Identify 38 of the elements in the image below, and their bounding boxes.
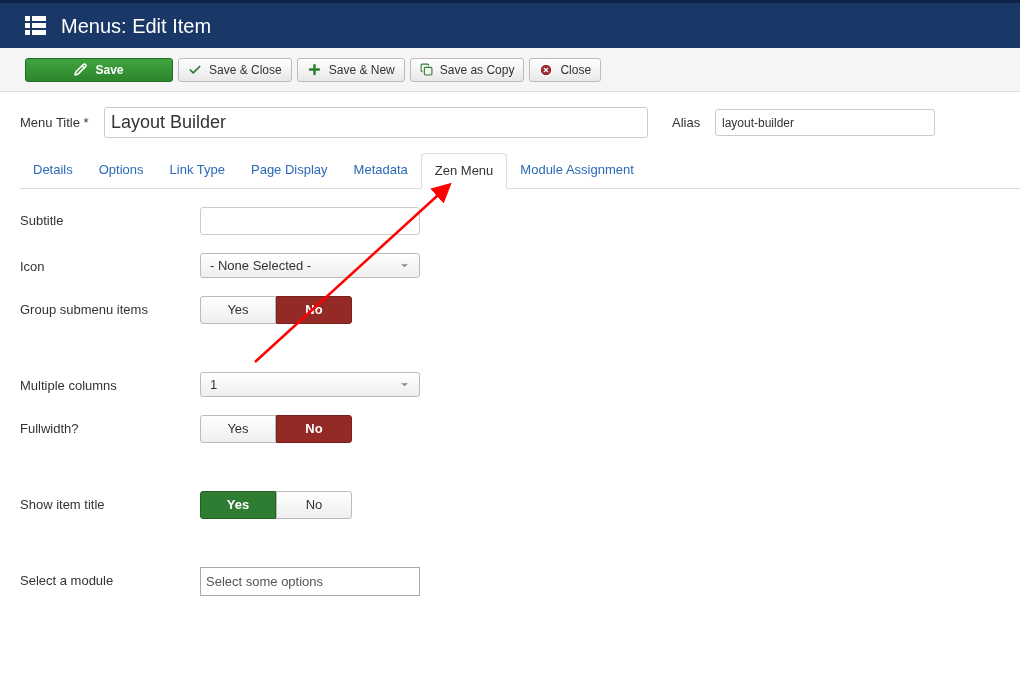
tab[interactable]: Link Type (156, 152, 238, 188)
alias-input[interactable]: layout-builder (715, 109, 935, 136)
field-label: Show item title (20, 496, 106, 514)
field-label: Subtitle (20, 212, 65, 230)
list-icon (25, 16, 46, 35)
page-title: Menus: Edit Item (61, 13, 212, 39)
copy-icon (419, 63, 433, 76)
field-label: Multiple columns (20, 377, 118, 395)
tab[interactable]: Details (20, 152, 86, 188)
field-label: Select a module (20, 572, 115, 590)
field-label: Group submenu items (20, 301, 149, 319)
toggle-option[interactable]: No (276, 415, 352, 443)
dropdown[interactable]: - None Selected - (200, 253, 420, 278)
field-label: Menu Title * (20, 113, 90, 132)
field-label: Icon (20, 258, 46, 276)
close-icon (539, 62, 554, 77)
title-input[interactable]: Layout Builder (104, 107, 648, 138)
tab[interactable]: Options (85, 152, 157, 188)
toggle-option[interactable]: Yes (200, 296, 276, 324)
toggle-option[interactable]: Yes (200, 415, 276, 443)
plus-icon (306, 62, 322, 77)
toolbar-button[interactable]: Save (25, 57, 173, 82)
toolbar-button[interactable]: Save as Copy (409, 57, 525, 82)
toggle-option[interactable]: Yes (200, 491, 276, 519)
toggle-option[interactable]: No (276, 491, 352, 519)
dropdown[interactable]: 1 (200, 372, 420, 397)
tab[interactable]: Page Display (238, 152, 341, 188)
tab[interactable]: Module Assignment (507, 152, 647, 188)
toolbar-button[interactable]: Save & New (296, 57, 405, 82)
field-label: Alias (672, 113, 702, 132)
multiselect-field[interactable]: Select some options (200, 567, 420, 596)
text-input[interactable] (200, 207, 420, 235)
tab[interactable]: Zen Menu (420, 153, 508, 189)
tab[interactable]: Metadata (340, 152, 421, 188)
toolbar-button[interactable]: Save & Close (178, 57, 292, 82)
edit-icon (74, 63, 88, 76)
toolbar-button[interactable]: Close (529, 57, 602, 82)
field-label: Fullwidth? (20, 420, 80, 438)
